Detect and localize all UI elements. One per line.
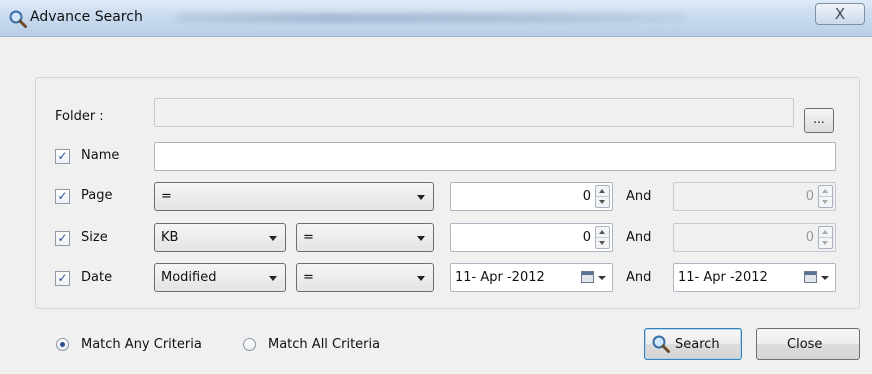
close-button[interactable]: Close <box>756 328 860 360</box>
magnifier-icon <box>652 335 670 353</box>
size-and-label: And <box>626 230 652 245</box>
chevron-down-icon[interactable] <box>821 276 829 280</box>
stepper-down-icon[interactable] <box>599 200 605 204</box>
stepper-up-icon[interactable] <box>599 189 605 193</box>
match-any-radio[interactable] <box>56 338 69 351</box>
page-operator-select[interactable]: = <box>154 182 434 211</box>
size-to-value: 0 <box>805 230 814 245</box>
date-from-value: 11- Apr -2012 <box>455 270 545 285</box>
stepper-down-icon[interactable] <box>822 241 828 245</box>
search-button-label: Search <box>675 337 720 352</box>
size-unit-select[interactable]: KB <box>154 223 286 252</box>
page-from-stepper[interactable]: 0 <box>450 182 613 211</box>
stepper-buttons[interactable] <box>818 226 833 249</box>
match-all-radio[interactable] <box>243 338 256 351</box>
chevron-down-icon <box>417 276 425 281</box>
chevron-down-icon <box>269 236 277 241</box>
stepper-buttons[interactable] <box>595 185 610 208</box>
stepper-down-icon[interactable] <box>822 200 828 204</box>
page-to-value: 0 <box>805 189 814 204</box>
date-label: Date <box>81 270 113 285</box>
page-label: Page <box>81 188 113 203</box>
size-checkbox[interactable]: ✓ <box>55 231 70 246</box>
size-from-stepper[interactable]: 0 <box>450 223 613 252</box>
date-and-label: And <box>626 270 652 285</box>
page-operator-value: = <box>161 189 172 204</box>
page-from-value: 0 <box>582 189 591 204</box>
blurred-path-text <box>175 13 685 23</box>
name-checkbox[interactable]: ✓ <box>55 149 70 164</box>
folder-path-field[interactable] <box>154 98 794 127</box>
size-to-stepper[interactable]: 0 <box>673 223 836 252</box>
close-button-label: Close <box>787 337 823 352</box>
page-and-label: And <box>626 189 652 204</box>
chevron-down-icon <box>417 195 425 200</box>
name-input[interactable] <box>154 142 836 171</box>
chevron-down-icon <box>417 236 425 241</box>
stepper-up-icon[interactable] <box>822 189 828 193</box>
title-bar[interactable]: Advance Search X <box>0 0 872 37</box>
size-label: Size <box>81 230 108 245</box>
close-window-button[interactable]: X <box>815 3 865 25</box>
size-from-value: 0 <box>582 230 591 245</box>
stepper-down-icon[interactable] <box>599 241 605 245</box>
search-button[interactable]: Search <box>644 328 742 360</box>
chevron-down-icon <box>269 276 277 281</box>
calendar-icon[interactable] <box>804 271 817 283</box>
page-checkbox[interactable]: ✓ <box>55 189 70 204</box>
folder-label: Folder : <box>55 109 104 124</box>
size-operator-select[interactable]: = <box>296 223 434 252</box>
stepper-up-icon[interactable] <box>822 230 828 234</box>
match-any-label[interactable]: Match Any Criteria <box>81 337 202 352</box>
size-unit-value: KB <box>161 230 179 245</box>
date-kind-value: Modified <box>161 270 217 285</box>
date-to-picker[interactable]: 11- Apr -2012 <box>673 263 836 292</box>
magnifier-icon <box>9 10 27 28</box>
stepper-buttons[interactable] <box>595 226 610 249</box>
date-checkbox[interactable]: ✓ <box>55 271 70 286</box>
date-from-picker[interactable]: 11- Apr -2012 <box>450 263 613 292</box>
page-to-stepper[interactable]: 0 <box>673 182 836 211</box>
stepper-buttons[interactable] <box>818 185 833 208</box>
date-to-value: 11- Apr -2012 <box>678 270 768 285</box>
size-operator-value: = <box>303 230 314 245</box>
date-operator-value: = <box>303 270 314 285</box>
date-operator-select[interactable]: = <box>296 263 434 292</box>
calendar-icon[interactable] <box>581 271 594 283</box>
name-label: Name <box>81 148 120 163</box>
browse-folder-button[interactable]: ... <box>804 108 834 133</box>
date-kind-select[interactable]: Modified <box>154 263 286 292</box>
advance-search-dialog: Advance Search X Folder : ... ✓ Name ✓ P… <box>0 0 872 374</box>
stepper-up-icon[interactable] <box>599 230 605 234</box>
match-all-label[interactable]: Match All Criteria <box>268 337 380 352</box>
chevron-down-icon[interactable] <box>598 276 606 280</box>
window-title: Advance Search <box>30 9 143 25</box>
